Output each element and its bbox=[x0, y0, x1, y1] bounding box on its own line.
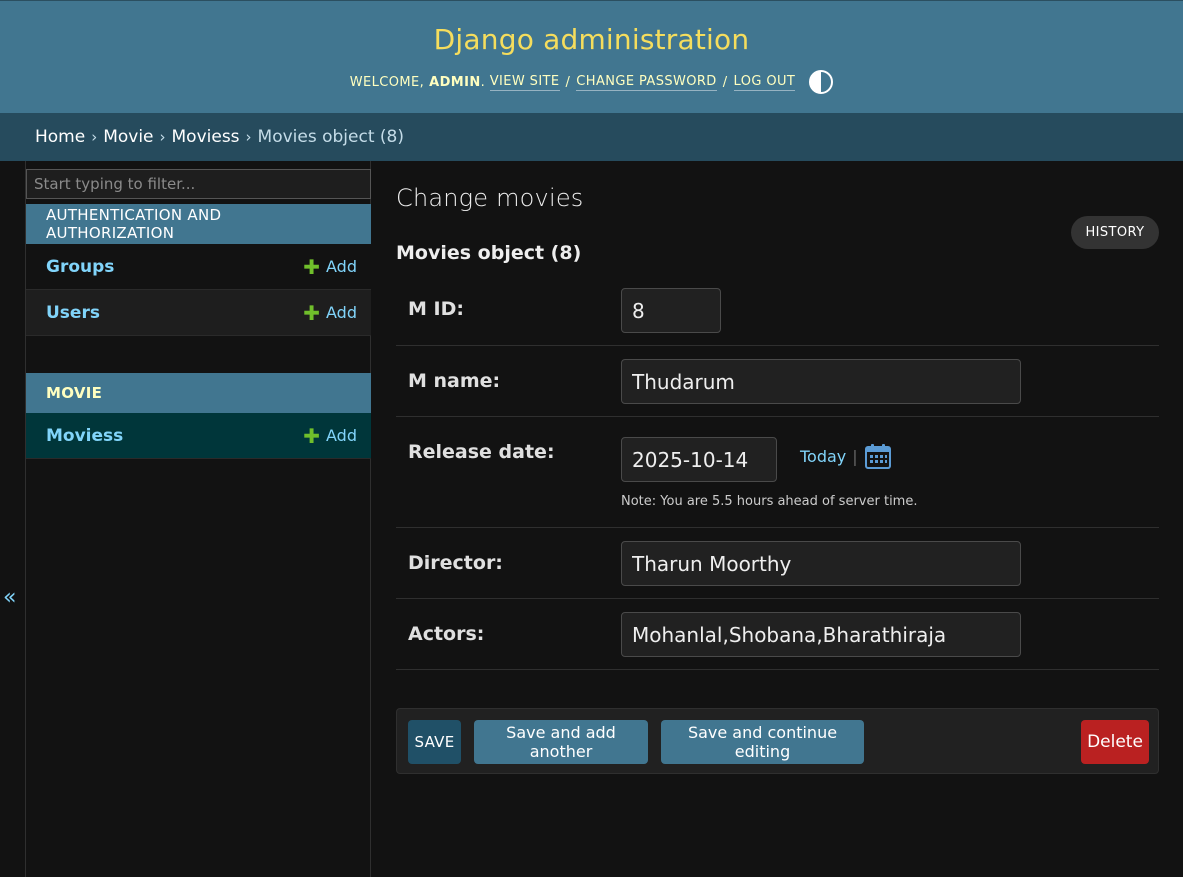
change-password-link[interactable]: CHANGE PASSWORD bbox=[576, 74, 717, 91]
delete-button[interactable]: Delete bbox=[1081, 720, 1149, 764]
form-row-m-name: M name: bbox=[396, 346, 1159, 417]
release-date-input[interactable] bbox=[621, 437, 777, 482]
sidebar-item-groups: Groups ✚ Add bbox=[26, 244, 371, 290]
nav-sidebar: AUTHENTICATION AND AUTHORIZATION Groups … bbox=[25, 161, 371, 877]
page-title: Change movies bbox=[396, 184, 584, 212]
user-tools: WELCOME, ADMIN. VIEW SITE / CHANGE PASSW… bbox=[0, 70, 1183, 94]
plus-icon: ✚ bbox=[303, 254, 321, 279]
view-site-link[interactable]: VIEW SITE bbox=[489, 74, 560, 91]
breadcrumb-separator: › bbox=[159, 128, 166, 146]
sidebar-item-users: Users ✚ Add bbox=[26, 290, 371, 336]
sidebar-item-moviess: Moviess ✚ Add bbox=[26, 413, 371, 459]
m-name-input[interactable] bbox=[621, 359, 1021, 404]
form-row-m-id: M ID: bbox=[396, 274, 1159, 346]
theme-toggle-icon[interactable] bbox=[809, 70, 834, 94]
add-user-link[interactable]: ✚ Add bbox=[303, 303, 357, 323]
today-link[interactable]: Today bbox=[800, 447, 846, 466]
branding: Django administration bbox=[0, 23, 1183, 56]
submit-row: SAVE Save and add another Save and conti… bbox=[396, 708, 1159, 774]
collapse-sidebar-icon[interactable]: « bbox=[3, 585, 16, 610]
plus-icon: ✚ bbox=[303, 300, 321, 325]
add-label: Add bbox=[326, 426, 357, 445]
separator: / bbox=[565, 74, 571, 90]
director-input[interactable] bbox=[621, 541, 1021, 586]
breadcrumb-home[interactable]: Home bbox=[35, 127, 85, 147]
sidebar-filter-input[interactable] bbox=[26, 169, 371, 199]
save-button[interactable]: SAVE bbox=[408, 720, 461, 764]
header: Django administration WELCOME, ADMIN. VI… bbox=[0, 0, 1183, 113]
add-movies-link[interactable]: ✚ Add bbox=[303, 426, 357, 446]
breadcrumb-current: Movies object (8) bbox=[257, 127, 404, 147]
shortcut-separator: | bbox=[852, 446, 858, 466]
breadcrumb-separator: › bbox=[245, 128, 252, 146]
m-name-label: M name: bbox=[408, 370, 501, 392]
separator: / bbox=[722, 74, 728, 90]
breadcrumb: Home › Movie › Moviess › Movies object (… bbox=[0, 113, 1183, 161]
breadcrumb-movie[interactable]: Movie bbox=[103, 127, 153, 147]
datetime-shortcuts: Today | bbox=[800, 442, 892, 470]
app-caption-auth[interactable]: AUTHENTICATION AND AUTHORIZATION bbox=[26, 204, 371, 244]
history-button[interactable]: HISTORY bbox=[1071, 216, 1159, 249]
site-name-link[interactable]: Django administration bbox=[434, 23, 750, 56]
save-and-continue-button[interactable]: Save and continue editing bbox=[661, 720, 864, 764]
add-label: Add bbox=[326, 257, 357, 276]
plus-icon: ✚ bbox=[303, 423, 321, 448]
welcome-text: WELCOME, bbox=[349, 74, 425, 90]
timezone-note: Note: You are 5.5 hours ahead of server … bbox=[621, 494, 918, 509]
logout-link[interactable]: LOG OUT bbox=[733, 74, 796, 91]
username: ADMIN bbox=[429, 74, 481, 90]
release-date-label: Release date: bbox=[408, 441, 555, 463]
actors-input[interactable] bbox=[621, 612, 1021, 657]
form-row-director: Director: bbox=[396, 528, 1159, 599]
save-and-add-another-button[interactable]: Save and add another bbox=[474, 720, 648, 764]
object-subtitle: Movies object (8) bbox=[396, 242, 582, 264]
director-label: Director: bbox=[408, 552, 503, 574]
actors-label: Actors: bbox=[408, 623, 485, 645]
m-id-input[interactable] bbox=[621, 288, 721, 333]
sidebar-item-users-link[interactable]: Users bbox=[46, 303, 100, 323]
sidebar-item-moviess-link[interactable]: Moviess bbox=[46, 426, 123, 446]
breadcrumb-moviess[interactable]: Moviess bbox=[172, 127, 240, 147]
add-group-link[interactable]: ✚ Add bbox=[303, 257, 357, 277]
add-label: Add bbox=[326, 303, 357, 322]
breadcrumb-separator: › bbox=[91, 128, 98, 146]
sidebar-item-groups-link[interactable]: Groups bbox=[46, 257, 114, 277]
main-content: Change movies HISTORY Movies object (8) … bbox=[396, 161, 1159, 877]
calendar-icon[interactable] bbox=[864, 442, 892, 470]
m-id-label: M ID: bbox=[408, 298, 464, 320]
form-row-actors: Actors: bbox=[396, 599, 1159, 670]
form-row-release-date: Release date: Today | Note: You are 5.5 … bbox=[396, 417, 1159, 528]
app-caption-movie[interactable]: MOVIE bbox=[26, 373, 371, 413]
